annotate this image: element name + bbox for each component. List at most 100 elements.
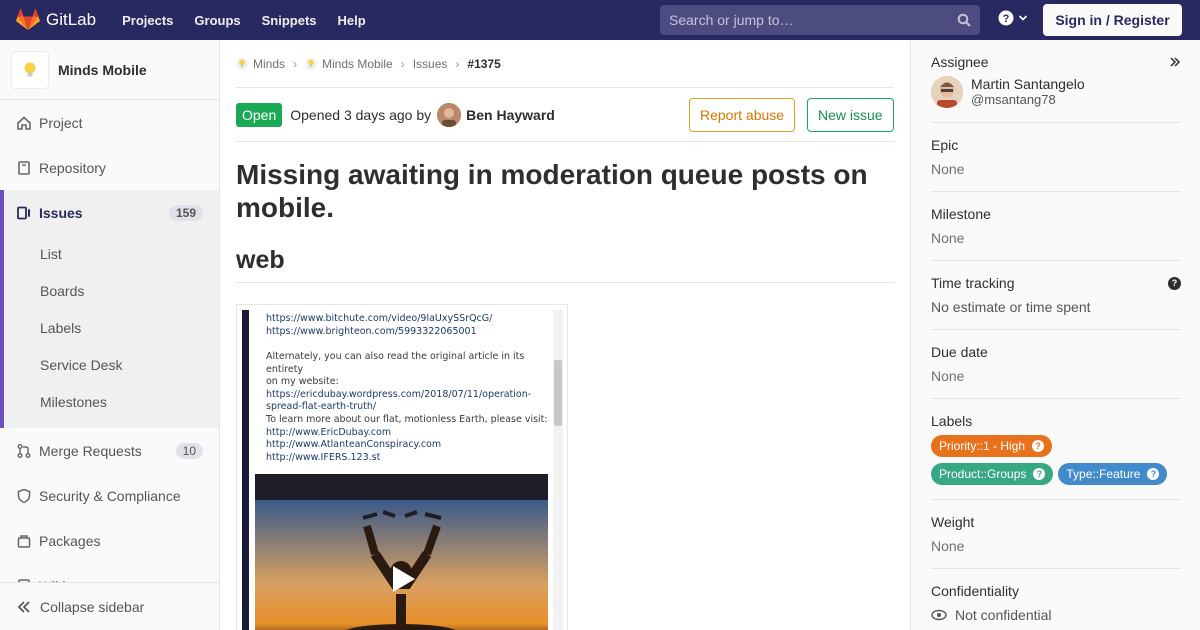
sidebar-subitem-milestones[interactable]: Milestones: [0, 383, 219, 420]
screenshot-line: Alternately, you can also read the origi…: [266, 351, 525, 375]
status-badge: Open: [236, 102, 283, 127]
weight-title: Weight: [931, 514, 975, 530]
svg-text:?: ?: [1003, 13, 1010, 25]
sidebar-item-packages[interactable]: Packages: [0, 518, 219, 563]
due-date-block: Due date None: [931, 330, 1181, 399]
assignee-block: Assignee Martin Santangelo @msantang78: [931, 40, 1181, 123]
description-heading: web: [236, 246, 894, 283]
question-circle-icon[interactable]: ?: [1147, 468, 1160, 480]
merge-requests-count-badge: 10: [175, 442, 203, 459]
shield-icon: [16, 488, 32, 504]
epic-block: Epic None: [931, 123, 1181, 192]
time-tracking-value: No estimate or time spent: [931, 299, 1091, 315]
merge-request-icon: [16, 443, 32, 459]
play-icon[interactable]: [393, 566, 415, 592]
breadcrumb-issues[interactable]: Issues: [413, 57, 448, 71]
epic-title: Epic: [931, 137, 959, 153]
assignee-title: Assignee: [931, 54, 989, 70]
sidebar-item-issues[interactable]: Issues 159: [0, 190, 219, 235]
project-avatar: [11, 50, 49, 89]
assignee-user[interactable]: Martin Santangelo @msantang78: [931, 76, 1181, 108]
help-dropdown[interactable]: ?: [998, 10, 1028, 26]
screenshot-inner: https://www.bitchute.com/video/9laUxySSr…: [242, 310, 563, 630]
new-issue-button[interactable]: New issue: [807, 98, 894, 132]
sidebar-subitem-list[interactable]: List: [0, 235, 219, 272]
nav-snippets[interactable]: Snippets: [262, 13, 317, 28]
due-date-value: None: [931, 368, 965, 384]
screenshot-text-bottom: To learn more about our flat, motionless…: [266, 414, 548, 464]
screenshot-text-top: https://www.bitchute.com/video/9laUxySSr…: [266, 313, 492, 338]
video-thumbnail[interactable]: [255, 474, 548, 630]
eye-icon: [931, 609, 947, 621]
time-tracking-title: Time tracking: [931, 275, 1015, 291]
label-product[interactable]: Product::Groups ?: [931, 463, 1054, 485]
description-screenshot-image[interactable]: https://www.bitchute.com/video/9laUxySSr…: [236, 304, 568, 630]
labels-title: Labels: [931, 413, 973, 429]
sidebar-item-project[interactable]: Project: [0, 100, 219, 145]
screenshot-line: http://www.EricDubay.com: [266, 426, 392, 438]
breadcrumb-minds-mobile[interactable]: Minds Mobile: [322, 57, 393, 71]
top-navbar: GitLab Projects Groups Snippets Help Sea…: [0, 0, 1200, 40]
time-tracking-block: Time tracking ? No estimate or time spen…: [931, 261, 1181, 330]
book-icon: [16, 160, 32, 176]
screenshot-text-mid: Alternately, you can also read the origi…: [266, 351, 563, 414]
screenshot-line: https://www.brighteon.com/5993322065001: [266, 325, 477, 337]
assignee-title-row: Assignee: [931, 54, 1181, 70]
gitlab-brand-name: GitLab: [46, 10, 97, 29]
issue-main-content: Minds › Minds Mobile › Issues › #1375 Op…: [236, 40, 894, 630]
sidebar-item-label: Security & Compliance: [39, 487, 181, 504]
sidebar-subitem-labels[interactable]: Labels: [0, 309, 219, 346]
labels-list: Priority::1 - High ? Product::Groups ? T…: [931, 435, 1181, 491]
nav-projects[interactable]: Projects: [122, 13, 173, 28]
gitlab-home-link[interactable]: GitLab: [16, 0, 96, 40]
breadcrumb-minds[interactable]: Minds: [253, 57, 285, 71]
nav-help[interactable]: Help: [338, 13, 366, 28]
screenshot-line: spread-flat-earth-truth/: [266, 401, 377, 412]
screenshot-scrollbar: [553, 310, 563, 630]
weight-block: Weight None: [931, 500, 1181, 569]
sidebar-subitem-boards[interactable]: Boards: [0, 272, 219, 309]
assignee-username: @msantang78: [971, 92, 1056, 107]
sidebar-item-merge-requests[interactable]: Merge Requests 10: [0, 428, 219, 473]
weight-value: None: [931, 538, 965, 554]
nav-groups[interactable]: Groups: [194, 13, 240, 28]
breadcrumb-separator-icon: ›: [293, 56, 298, 71]
milestone-title: Milestone: [931, 206, 991, 222]
author-name-link[interactable]: Ben Hayward: [466, 107, 555, 123]
question-circle-icon[interactable]: ?: [1032, 440, 1045, 452]
collapse-sidebar-button[interactable]: Collapse sidebar: [0, 582, 219, 630]
project-header[interactable]: Minds Mobile: [0, 40, 219, 100]
sidebar-item-security[interactable]: Security & Compliance: [0, 473, 219, 518]
double-chevron-left-icon: [17, 600, 30, 613]
question-circle-icon[interactable]: ?: [1033, 468, 1046, 480]
breadcrumb-separator-icon: ›: [455, 56, 460, 71]
confidentiality-value: Not confidential: [955, 607, 1052, 623]
issues-icon: [16, 205, 32, 221]
label-text: Product::Groups: [939, 467, 1027, 481]
sidebar-item-label: Repository: [39, 159, 106, 176]
issue-title: Missing awaiting in moderation queue pos…: [236, 159, 868, 223]
sign-in-register-button[interactable]: Sign in / Register: [1043, 4, 1182, 36]
label-type[interactable]: Type::Feature ?: [1058, 463, 1168, 485]
breadcrumb-issue-number[interactable]: #1375: [467, 57, 500, 71]
label-text: Type::Feature: [1066, 467, 1141, 481]
lightbulb-icon: [236, 57, 248, 70]
report-abuse-button[interactable]: Report abuse: [689, 98, 796, 132]
screenshot-scrollbar-thumb: [554, 360, 562, 426]
confidentiality-title: Confidentiality: [931, 583, 1019, 599]
project-sidebar: Minds Mobile Project Repository Issues 1…: [0, 40, 220, 630]
author-avatar[interactable]: [437, 102, 462, 127]
label-priority[interactable]: Priority::1 - High ?: [931, 435, 1053, 457]
question-circle-icon[interactable]: ?: [1168, 276, 1181, 290]
sidebar-subitem-service-desk[interactable]: Service Desk: [0, 346, 219, 383]
package-icon: [16, 533, 32, 549]
assignee-avatar[interactable]: [931, 76, 963, 108]
double-chevron-right-icon[interactable]: [1169, 56, 1181, 68]
sidebar-item-repository[interactable]: Repository: [0, 145, 219, 190]
search-input[interactable]: Search or jump to…: [660, 5, 980, 35]
due-date-title: Due date: [931, 344, 988, 360]
lightbulb-icon: [305, 57, 318, 70]
issue-right-sidebar: Assignee Martin Santangelo @msantang78 E…: [910, 40, 1200, 630]
screenshot-line: To learn more about our flat, motionless…: [266, 414, 548, 425]
issues-group: Issues 159 List Boards Labels Service De…: [0, 190, 219, 428]
